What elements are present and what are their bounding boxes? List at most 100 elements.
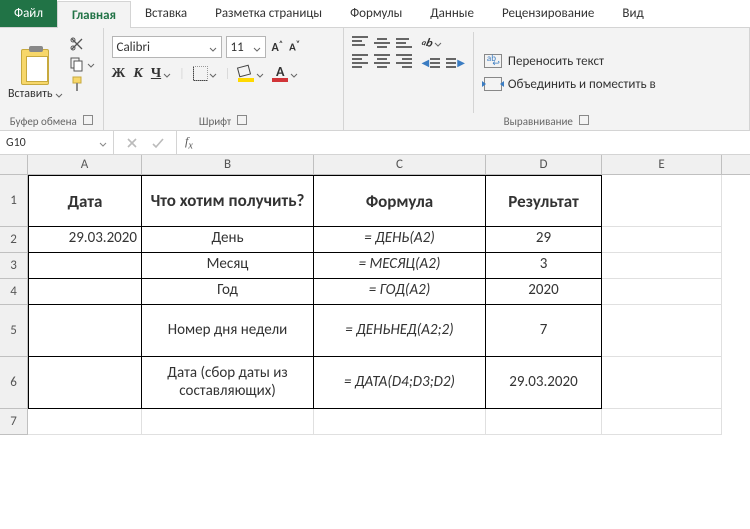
- cell-E7[interactable]: [602, 409, 722, 435]
- cell-A6[interactable]: [28, 357, 142, 409]
- chevron-down-icon[interactable]: [290, 70, 298, 78]
- cell-C3[interactable]: = МЕСЯЦ(A2): [314, 253, 486, 279]
- increase-indent-button[interactable]: ▶: [446, 56, 465, 69]
- row-header-5[interactable]: 5: [0, 305, 28, 357]
- row-header-4[interactable]: 4: [0, 279, 28, 305]
- chevron-down-icon[interactable]: [87, 60, 95, 68]
- cell-A4[interactable]: [28, 279, 142, 305]
- chevron-down-icon[interactable]: [55, 90, 63, 98]
- cell-B3[interactable]: Месяц: [142, 253, 314, 279]
- cell-B7[interactable]: [142, 409, 314, 435]
- row-header-2[interactable]: 2: [0, 227, 28, 253]
- decrease-font-button[interactable]: А˅: [287, 39, 302, 55]
- dialog-launcher-icon[interactable]: [83, 115, 93, 125]
- enter-formula-icon[interactable]: [150, 135, 166, 151]
- cell-D4[interactable]: 2020: [486, 279, 602, 305]
- cell-D7[interactable]: [486, 409, 602, 435]
- cell-E1[interactable]: [602, 175, 722, 227]
- cell-B5[interactable]: Номер дня недели: [142, 305, 314, 357]
- col-header-E[interactable]: E: [602, 155, 722, 174]
- col-header-C[interactable]: C: [314, 155, 486, 174]
- tab-file[interactable]: Файл: [0, 0, 57, 27]
- align-right-button[interactable]: [396, 54, 412, 66]
- bold-button[interactable]: Ж: [112, 66, 126, 82]
- row-header-7[interactable]: 7: [0, 409, 28, 435]
- col-header-D[interactable]: D: [486, 155, 602, 174]
- paste-button[interactable]: Вставить: [8, 87, 63, 101]
- tab-review[interactable]: Рецензирование: [488, 0, 608, 27]
- name-box[interactable]: G10: [0, 131, 114, 154]
- underline-button[interactable]: Ч: [151, 66, 171, 82]
- chevron-down-icon[interactable]: [209, 70, 217, 78]
- cell-D5[interactable]: 7: [486, 305, 602, 357]
- row-header-6[interactable]: 6: [0, 357, 28, 409]
- cell-A1[interactable]: Дата: [28, 175, 142, 227]
- copy-button[interactable]: [69, 56, 95, 72]
- decrease-indent-button[interactable]: ◀: [422, 56, 441, 69]
- orientation-button[interactable]: ab: [422, 36, 465, 50]
- align-center-button[interactable]: [374, 54, 390, 66]
- borders-button[interactable]: [193, 67, 217, 81]
- cell-E4[interactable]: [602, 279, 722, 305]
- cell-B6[interactable]: Дата (сбор даты из составляющих): [142, 357, 314, 409]
- cell-A2[interactable]: 29.03.2020: [28, 227, 142, 253]
- cell-E2[interactable]: [602, 227, 722, 253]
- select-all-corner[interactable]: [0, 155, 28, 174]
- cell-C1[interactable]: Формула: [314, 175, 486, 227]
- cell-B4[interactable]: Год: [142, 279, 314, 305]
- cell-A5[interactable]: [28, 305, 142, 357]
- tab-data[interactable]: Данные: [416, 0, 488, 27]
- cell-C2[interactable]: = ДЕНЬ(A2): [314, 227, 486, 253]
- cell-E3[interactable]: [602, 253, 722, 279]
- cell-E5[interactable]: [602, 305, 722, 357]
- format-painter-button[interactable]: [69, 76, 95, 92]
- cell-D1[interactable]: Результат: [486, 175, 602, 227]
- increase-font-button[interactable]: А˄: [270, 39, 286, 55]
- cell-C4[interactable]: = ГОД(A2): [314, 279, 486, 305]
- cell-B1[interactable]: Что хотим получить?: [142, 175, 314, 227]
- cell-D3[interactable]: 3: [486, 253, 602, 279]
- tab-formulas[interactable]: Формулы: [336, 0, 416, 27]
- wrap-text-button[interactable]: Переносить текст: [484, 54, 656, 69]
- cancel-formula-icon[interactable]: [124, 135, 140, 151]
- italic-button[interactable]: К: [133, 66, 143, 82]
- fx-icon[interactable]: fx: [177, 134, 201, 151]
- chevron-down-icon[interactable]: [209, 43, 217, 51]
- cell-E6[interactable]: [602, 357, 722, 409]
- chevron-down-icon[interactable]: [434, 39, 442, 47]
- cell-C7[interactable]: [314, 409, 486, 435]
- tab-home[interactable]: Главная: [57, 1, 131, 28]
- align-left-button[interactable]: [352, 54, 368, 66]
- col-header-A[interactable]: A: [28, 155, 142, 174]
- chevron-down-icon[interactable]: [253, 43, 261, 51]
- merge-center-button[interactable]: Объединить и поместить в: [484, 77, 656, 92]
- font-color-button[interactable]: А: [272, 66, 298, 82]
- col-header-B[interactable]: B: [142, 155, 314, 174]
- dialog-launcher-icon[interactable]: [237, 115, 247, 125]
- font-size-select[interactable]: 11: [226, 36, 266, 58]
- fill-color-button[interactable]: [238, 66, 264, 82]
- cell-A7[interactable]: [28, 409, 142, 435]
- cell-A3[interactable]: [28, 253, 142, 279]
- cell-C6[interactable]: = ДАТА(D4;D3;D2): [314, 357, 486, 409]
- cell-D2[interactable]: 29: [486, 227, 602, 253]
- font-name-select[interactable]: Calibri: [112, 36, 222, 58]
- chevron-down-icon[interactable]: [256, 70, 264, 78]
- clipboard-icon[interactable]: [21, 49, 49, 85]
- small-a-icon: А: [289, 41, 296, 54]
- tab-view[interactable]: Вид: [608, 0, 657, 27]
- dialog-launcher-icon[interactable]: [579, 115, 589, 125]
- cell-B2[interactable]: День: [142, 227, 314, 253]
- row-header-3[interactable]: 3: [0, 253, 28, 279]
- tab-insert[interactable]: Вставка: [131, 0, 201, 27]
- row-header-1[interactable]: 1: [0, 175, 28, 227]
- chevron-down-icon[interactable]: [163, 70, 171, 78]
- cut-button[interactable]: [69, 36, 95, 52]
- chevron-down-icon[interactable]: [99, 139, 107, 147]
- align-middle-button[interactable]: [374, 36, 390, 48]
- cell-C5[interactable]: = ДЕНЬНЕД(A2;2): [314, 305, 486, 357]
- align-bottom-button[interactable]: [396, 36, 412, 48]
- cell-D6[interactable]: 29.03.2020: [486, 357, 602, 409]
- align-top-button[interactable]: [352, 36, 368, 48]
- tab-pagelayout[interactable]: Разметка страницы: [201, 0, 336, 27]
